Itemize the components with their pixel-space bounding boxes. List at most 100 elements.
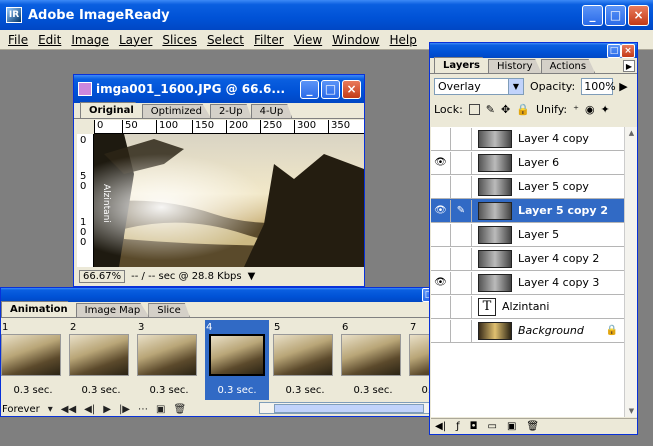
palette-menu-icon[interactable]: ▶ bbox=[623, 60, 635, 72]
delete-layer-icon[interactable]: 🗑 bbox=[526, 421, 539, 432]
link-layers-icon[interactable]: ◀| bbox=[435, 421, 446, 432]
document-window[interactable]: imga001_1600.JPG @ 66.6... _ □ × Origina… bbox=[73, 74, 365, 287]
maximize-button[interactable]: □ bbox=[605, 4, 626, 26]
add-mask-icon[interactable]: ◘ bbox=[470, 421, 478, 432]
new-set-icon[interactable]: ▭ bbox=[488, 421, 497, 432]
menu-help[interactable]: Help bbox=[385, 33, 422, 47]
layers-palette[interactable]: □ × Layers History Actions ▶ Overlay ▼ O… bbox=[429, 42, 638, 435]
opacity-field[interactable]: 100% bbox=[581, 77, 616, 95]
menu-edit[interactable]: Edit bbox=[33, 33, 66, 47]
scroll-up-icon[interactable]: ▲ bbox=[625, 127, 638, 139]
frame-delay[interactable]: 0.3 sec. bbox=[137, 385, 201, 396]
tab-image-map[interactable]: Image Map bbox=[75, 303, 150, 317]
tab-4-up[interactable]: 4-Up bbox=[250, 104, 293, 118]
tab-original[interactable]: Original bbox=[80, 102, 143, 118]
eye-icon[interactable]: 👁 bbox=[431, 271, 451, 294]
menu-layer[interactable]: Layer bbox=[114, 33, 157, 47]
menu-select[interactable]: Select bbox=[202, 33, 249, 47]
link-toggle[interactable] bbox=[451, 247, 472, 270]
layers-palette-titlebar[interactable]: □ × bbox=[430, 43, 637, 58]
frames-scrollbar[interactable] bbox=[259, 402, 439, 414]
loop-dropdown-icon[interactable]: ▾ bbox=[48, 404, 53, 415]
menu-slices[interactable]: Slices bbox=[157, 33, 202, 47]
frame-delay[interactable]: 0.3 sec. bbox=[341, 385, 405, 396]
visibility-toggle[interactable] bbox=[431, 223, 451, 246]
zoom-level[interactable]: 66.67% bbox=[79, 269, 126, 283]
tween-icon[interactable]: ⋯ bbox=[138, 404, 148, 415]
main-titlebar[interactable]: IR Adobe ImageReady _ □ × bbox=[0, 0, 653, 30]
scrollbar-thumb[interactable] bbox=[274, 404, 424, 413]
tab-actions[interactable]: Actions bbox=[540, 59, 596, 73]
tab-slice[interactable]: Slice bbox=[148, 303, 190, 317]
frame-delay[interactable]: 0.3 sec. bbox=[69, 385, 133, 396]
animation-frame[interactable]: 5 0.3 sec. bbox=[273, 320, 337, 400]
unify-visibility-icon[interactable]: ◉ bbox=[585, 103, 595, 116]
link-toggle[interactable] bbox=[451, 319, 472, 342]
document-titlebar[interactable]: imga001_1600.JPG @ 66.6... _ □ × bbox=[74, 75, 364, 103]
animation-frame[interactable]: 3 0.3 sec. bbox=[137, 320, 201, 400]
layers-minimize-button[interactable]: □ bbox=[607, 43, 621, 58]
close-button[interactable]: × bbox=[628, 4, 649, 26]
paintbrush-icon[interactable]: ✎ bbox=[451, 199, 472, 222]
animation-frame-selected[interactable]: 4 0.3 sec. bbox=[205, 320, 269, 400]
menu-window[interactable]: Window bbox=[327, 33, 384, 47]
doc-maximize-button[interactable]: □ bbox=[321, 79, 340, 99]
layers-scrollbar[interactable]: ▲ ▼ bbox=[624, 127, 637, 417]
menu-file[interactable]: File bbox=[3, 33, 33, 47]
frame-delay[interactable]: 0.3 sec. bbox=[1, 385, 65, 396]
link-toggle[interactable] bbox=[451, 295, 472, 318]
opacity-arrow-icon[interactable]: ▶ bbox=[619, 80, 627, 93]
new-frame-icon[interactable]: ▣ bbox=[156, 404, 165, 415]
link-toggle[interactable] bbox=[451, 271, 472, 294]
unify-position-icon[interactable]: ⁺ bbox=[573, 103, 579, 116]
eye-icon[interactable]: 👁 bbox=[431, 151, 451, 174]
animation-palette[interactable]: □ × Animation Image Map Slice ▶ 1 0.3 se… bbox=[0, 287, 469, 417]
lock-move-icon[interactable]: ✥ bbox=[501, 103, 510, 116]
animation-frame[interactable]: 2 0.3 sec. bbox=[69, 320, 133, 400]
menu-filter[interactable]: Filter bbox=[249, 33, 289, 47]
layer-row[interactable]: Layer 5 bbox=[431, 223, 624, 247]
animation-palette-titlebar[interactable]: □ × bbox=[1, 288, 452, 302]
layer-row[interactable]: Background 🔒 bbox=[431, 319, 624, 343]
layer-row[interactable]: Layer 4 copy 2 bbox=[431, 247, 624, 271]
minimize-button[interactable]: _ bbox=[582, 4, 603, 26]
layer-row[interactable]: 👁 Layer 6 bbox=[431, 151, 624, 175]
play-icon[interactable]: ▶ bbox=[103, 404, 111, 415]
loop-select[interactable]: Forever bbox=[2, 404, 40, 415]
tab-animation[interactable]: Animation bbox=[1, 301, 77, 317]
layer-row[interactable]: 👁 Layer 4 copy 3 bbox=[431, 271, 624, 295]
tab-2-up[interactable]: 2-Up bbox=[209, 104, 252, 118]
next-frame-icon[interactable]: |▶ bbox=[119, 404, 130, 415]
layers-close-button[interactable]: × bbox=[621, 43, 635, 58]
animation-frame[interactable]: 6 0.3 sec. bbox=[341, 320, 405, 400]
blend-mode-select[interactable]: Overlay ▼ bbox=[434, 77, 524, 95]
frame-delay[interactable]: 0.3 sec. bbox=[205, 385, 269, 396]
first-frame-icon[interactable]: ◀◀ bbox=[61, 404, 76, 415]
layer-style-icon[interactable]: ƒ bbox=[456, 421, 460, 432]
layer-row[interactable]: Layer 4 copy bbox=[431, 127, 624, 151]
eye-icon[interactable]: 👁 bbox=[431, 199, 451, 222]
chevron-down-icon[interactable]: ▼ bbox=[508, 78, 523, 94]
lock-all-icon[interactable]: 🔒 bbox=[516, 103, 530, 116]
tab-history[interactable]: History bbox=[488, 59, 542, 73]
delete-frame-icon[interactable]: 🗑 bbox=[173, 404, 186, 415]
new-layer-icon[interactable]: ▣ bbox=[507, 421, 516, 432]
menu-image[interactable]: Image bbox=[66, 33, 114, 47]
lock-transparency-icon[interactable] bbox=[468, 103, 480, 115]
tab-optimized[interactable]: Optimized bbox=[141, 104, 211, 118]
scroll-down-icon[interactable]: ▼ bbox=[625, 405, 638, 417]
unify-style-icon[interactable]: ✦ bbox=[601, 103, 610, 116]
link-toggle[interactable] bbox=[451, 151, 472, 174]
link-toggle[interactable] bbox=[451, 127, 472, 150]
lock-brush-icon[interactable]: ✎ bbox=[486, 103, 495, 116]
layer-row-selected[interactable]: 👁 ✎ Layer 5 copy 2 bbox=[431, 199, 624, 223]
download-status[interactable]: -- / -- sec @ 28.8 Kbps bbox=[131, 271, 241, 282]
visibility-toggle[interactable] bbox=[431, 295, 451, 318]
visibility-toggle[interactable] bbox=[431, 319, 451, 342]
doc-minimize-button[interactable]: _ bbox=[300, 79, 319, 99]
doc-close-button[interactable]: × bbox=[342, 79, 361, 99]
animation-frame[interactable]: 1 0.3 sec. bbox=[1, 320, 65, 400]
visibility-toggle[interactable] bbox=[431, 175, 451, 198]
tab-layers[interactable]: Layers bbox=[434, 57, 489, 73]
frame-delay[interactable]: 0.3 sec. bbox=[273, 385, 337, 396]
